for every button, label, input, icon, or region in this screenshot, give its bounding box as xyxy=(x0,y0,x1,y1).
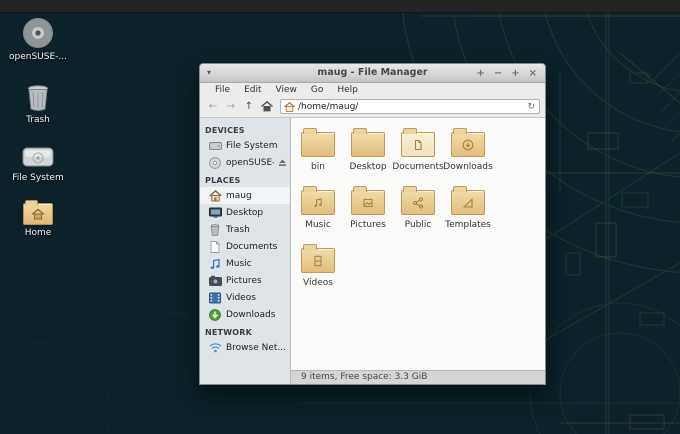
sidebar-item-downloads[interactable]: Downloads xyxy=(200,306,290,323)
download-emblem-icon xyxy=(462,139,474,150)
file-item-downloads[interactable]: Downloads xyxy=(443,126,493,184)
sidebar-header-network: NETWORK xyxy=(205,328,253,337)
file-manager-window: ▾ maug - File Manager + − + × File Edit … xyxy=(199,63,546,385)
file-item-public[interactable]: Public xyxy=(393,184,443,242)
sidebar-item-maug[interactable]: maug xyxy=(200,187,290,204)
file-item-bin[interactable]: bin xyxy=(293,126,343,184)
sidebar-header-devices: DEVICES xyxy=(205,126,245,135)
desktop-icon-trash[interactable]: Trash xyxy=(5,84,71,125)
reload-icon[interactable]: ↻ xyxy=(526,102,536,112)
sidebar-header-places: PLACES xyxy=(205,176,241,185)
sidebar: DEVICES File System openSUSE-Tu... PLACE… xyxy=(200,118,291,384)
optical-disc-icon xyxy=(208,156,222,169)
folder-pictures-icon xyxy=(351,186,385,215)
folder-icon xyxy=(301,128,335,157)
file-item-videos[interactable]: Videos xyxy=(293,242,343,300)
document-emblem-icon xyxy=(414,139,422,150)
document-icon xyxy=(208,240,222,253)
home-button[interactable] xyxy=(259,99,275,114)
menubar: File Edit View Go Help xyxy=(200,83,545,98)
sidebar-item-opensuse-volume[interactable]: openSUSE-Tu... xyxy=(200,154,290,171)
stick-button[interactable]: + xyxy=(476,68,484,79)
video-film-icon xyxy=(208,291,222,304)
sidebar-item-desktop[interactable]: Desktop xyxy=(200,204,290,221)
maximize-button[interactable]: + xyxy=(511,68,519,79)
menu-file[interactable]: File xyxy=(208,83,237,98)
file-item-documents[interactable]: Documents xyxy=(392,126,444,184)
file-view[interactable]: bin Desktop Documents Downloads Music Pi… xyxy=(291,118,545,370)
menu-help[interactable]: Help xyxy=(330,83,365,98)
desktop-icon-home[interactable]: Home xyxy=(5,200,71,238)
desktop-icon-label: openSUSE-... xyxy=(9,52,67,62)
sidebar-item-music[interactable]: Music xyxy=(200,255,290,272)
path-home-icon xyxy=(284,101,295,112)
desktop-icon-label: File System xyxy=(12,173,64,183)
folder-music-icon xyxy=(301,186,335,215)
desktop-icon-filesystem[interactable]: File System xyxy=(5,144,71,183)
folder-documents-icon xyxy=(401,128,435,157)
sidebar-item-pictures[interactable]: Pictures xyxy=(200,272,290,289)
optical-disc-icon xyxy=(23,18,53,48)
folder-public-icon xyxy=(401,186,435,215)
network-wireless-icon xyxy=(208,341,222,354)
window-buttons: + − + × xyxy=(476,64,537,83)
sidebar-item-trash[interactable]: Trash xyxy=(200,221,290,238)
eject-icon[interactable] xyxy=(278,158,287,167)
window-content: DEVICES File System openSUSE-Tu... PLACE… xyxy=(200,118,545,384)
top-panel xyxy=(0,0,680,13)
camera-photo-icon xyxy=(208,274,222,287)
music-emblem-icon xyxy=(314,197,322,207)
desktop-icon-label: Home xyxy=(24,228,52,238)
toolbar: ← → ↑ ↻ xyxy=(200,98,545,118)
desktop-monitor-icon xyxy=(208,206,222,219)
folder-downloads-icon xyxy=(451,128,485,157)
menu-edit[interactable]: Edit xyxy=(237,83,268,98)
download-icon xyxy=(208,308,222,321)
music-note-icon xyxy=(208,257,222,270)
menu-go[interactable]: Go xyxy=(304,83,330,98)
sidebar-item-browse-network[interactable]: Browse Net... xyxy=(200,339,290,356)
home-icon xyxy=(261,101,273,112)
folder-templates-icon xyxy=(451,186,485,215)
back-button[interactable]: ← xyxy=(205,99,221,114)
template-emblem-icon xyxy=(462,197,473,208)
trash-icon xyxy=(28,85,48,111)
video-emblem-icon xyxy=(314,255,322,266)
share-emblem-icon xyxy=(412,196,424,209)
home-folder-icon xyxy=(23,200,53,225)
file-item-templates[interactable]: Templates xyxy=(443,184,493,242)
file-pane: bin Desktop Documents Downloads Music Pi… xyxy=(291,118,545,384)
folder-videos-icon xyxy=(301,244,335,273)
close-button[interactable]: × xyxy=(529,68,537,79)
file-item-pictures[interactable]: Pictures xyxy=(343,184,393,242)
up-button[interactable]: ↑ xyxy=(241,99,257,114)
drive-harddisk-icon xyxy=(208,139,222,152)
user-home-icon xyxy=(208,189,222,202)
titlebar[interactable]: ▾ maug - File Manager + − + × xyxy=(200,64,545,83)
file-item-music[interactable]: Music xyxy=(293,184,343,242)
menu-view[interactable]: View xyxy=(269,83,304,98)
sidebar-item-documents[interactable]: Documents xyxy=(200,238,290,255)
desktop-icon-opensuse[interactable]: openSUSE-... xyxy=(5,17,71,62)
forward-button[interactable]: → xyxy=(223,99,239,114)
minimize-button[interactable]: − xyxy=(494,68,502,79)
trash-icon xyxy=(208,223,222,236)
sidebar-item-videos[interactable]: Videos xyxy=(200,289,290,306)
sidebar-item-file-system[interactable]: File System xyxy=(200,137,290,154)
path-bar[interactable]: ↻ xyxy=(280,99,540,114)
desktop-icon-label: Trash xyxy=(26,115,50,125)
status-bar: 9 items, Free space: 3.3 GiB xyxy=(291,370,545,384)
file-item-desktop[interactable]: Desktop xyxy=(343,126,393,184)
home-emblem-icon xyxy=(31,208,45,220)
folder-icon xyxy=(351,128,385,157)
path-input[interactable] xyxy=(298,100,524,113)
harddrive-icon xyxy=(22,147,54,167)
picture-emblem-icon xyxy=(363,198,373,207)
